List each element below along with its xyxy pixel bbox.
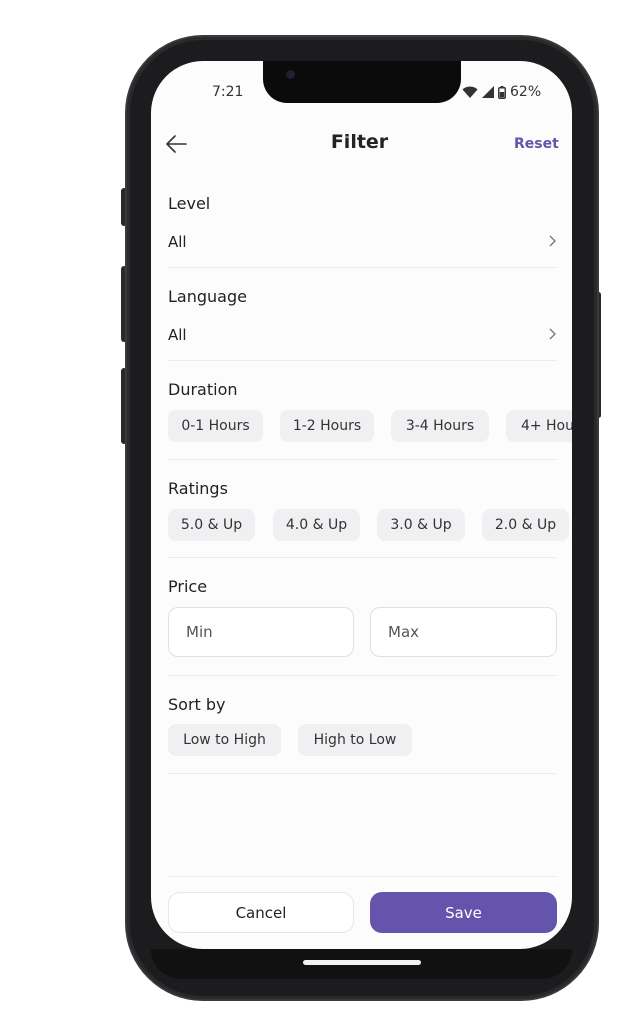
duration-chip-0-1[interactable]: 0-1 Hours [168, 410, 263, 442]
reset-button[interactable]: Reset [514, 136, 559, 152]
save-button[interactable]: Save [370, 892, 557, 933]
divider [168, 675, 557, 676]
duration-chip-4-plus[interactable]: 4+ Hours [506, 410, 572, 442]
price-min-field[interactable] [168, 607, 354, 657]
language-label: Language [168, 287, 247, 306]
screen [151, 61, 572, 949]
price-label: Price [168, 577, 208, 596]
duration-label: Duration [168, 380, 238, 399]
level-value[interactable]: All [168, 233, 187, 251]
status-icons: 62% [462, 84, 541, 100]
notch [263, 61, 461, 103]
duration-chip-1-2[interactable]: 1-2 Hours [280, 410, 374, 442]
home-indicator[interactable] [303, 960, 421, 965]
divider [168, 267, 557, 268]
battery-percent: 62% [510, 84, 542, 100]
sort-chip-low-to-high[interactable]: Low to High [168, 724, 281, 756]
sort-by-label: Sort by [168, 695, 226, 714]
footer-divider [168, 876, 557, 877]
divider [168, 557, 557, 558]
divider [168, 360, 557, 361]
rating-chip-3[interactable]: 3.0 & Up [377, 509, 465, 541]
language-value[interactable]: All [168, 326, 187, 344]
battery-icon [498, 85, 506, 99]
duration-chip-3-4[interactable]: 3-4 Hours [391, 410, 489, 442]
rating-chip-4[interactable]: 4.0 & Up [273, 509, 360, 541]
status-time: 7:21 [212, 84, 244, 100]
divider [168, 773, 557, 774]
cellular-signal-icon [482, 86, 494, 98]
price-min-input[interactable] [184, 622, 338, 642]
divider [168, 459, 557, 460]
wifi-icon [462, 86, 478, 98]
camera-icon [286, 70, 295, 79]
ratings-chip-row: 5.0 & Up 4.0 & Up 3.0 & Up 2.0 & Up [151, 508, 572, 542]
rating-chip-2[interactable]: 2.0 & Up [482, 509, 569, 541]
sort-chip-high-to-low[interactable]: High to Low [298, 724, 412, 756]
chevron-right-icon[interactable] [547, 234, 557, 248]
chevron-right-icon[interactable] [547, 327, 557, 341]
price-max-input[interactable] [386, 622, 540, 642]
duration-chip-row: 0-1 Hours 1-2 Hours 3-4 Hours 4+ Hours [151, 410, 572, 443]
level-label: Level [168, 194, 211, 213]
ratings-label: Ratings [168, 479, 228, 498]
cancel-button[interactable]: Cancel [168, 892, 354, 933]
rating-chip-5[interactable]: 5.0 & Up [168, 509, 255, 541]
price-max-field[interactable] [370, 607, 557, 657]
